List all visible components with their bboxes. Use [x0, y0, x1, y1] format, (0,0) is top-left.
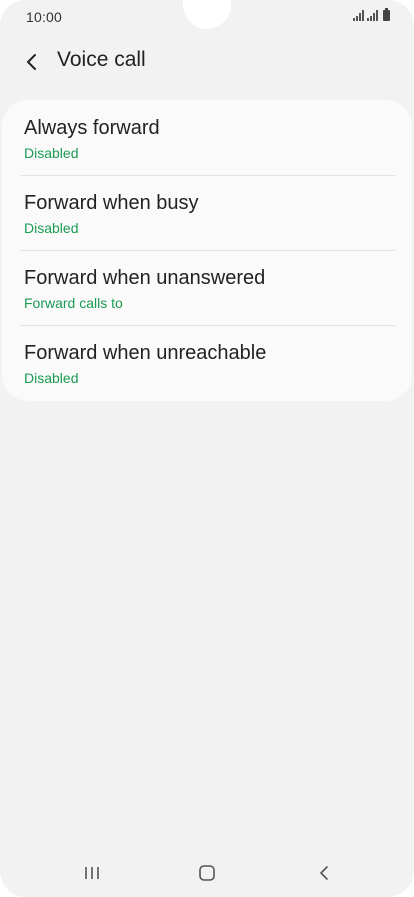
app-bar: Voice call [0, 40, 414, 82]
setting-always-forward[interactable]: Always forward Disabled [2, 100, 412, 175]
signal-icon [367, 10, 378, 21]
phone-screen: 10:00 Voice call Always forward Disabled… [0, 0, 414, 897]
setting-forward-when-unreachable[interactable]: Forward when unreachable Disabled [2, 325, 412, 400]
home-icon [199, 865, 215, 881]
setting-status: Disabled [24, 220, 79, 236]
setting-status: Disabled [24, 370, 79, 386]
chevron-left-icon [27, 54, 36, 70]
recent-apps-button[interactable] [72, 858, 112, 888]
status-bar: 10:00 [0, 0, 414, 34]
navigation-bar [0, 850, 414, 897]
nav-back-button[interactable] [304, 858, 344, 888]
setting-title: Always forward [24, 117, 160, 139]
setting-title: Forward when busy [24, 192, 199, 214]
back-icon [320, 866, 328, 880]
setting-title: Forward when unreachable [24, 342, 267, 364]
battery-icon [383, 8, 390, 21]
settings-card: Always forward Disabled Forward when bus… [2, 100, 412, 401]
setting-status: Forward calls to [24, 295, 123, 311]
home-button[interactable] [187, 858, 227, 888]
setting-forward-when-unanswered[interactable]: Forward when unanswered Forward calls to [2, 250, 412, 325]
setting-status: Disabled [24, 145, 79, 161]
status-icons [353, 8, 390, 21]
status-time: 10:00 [26, 9, 63, 25]
setting-title: Forward when unanswered [24, 267, 266, 289]
signal-icon [353, 10, 364, 21]
page-title: Voice call [57, 48, 146, 71]
back-button[interactable] [16, 46, 48, 78]
recent-apps-icon [85, 867, 99, 879]
setting-forward-when-busy[interactable]: Forward when busy Disabled [2, 175, 412, 250]
